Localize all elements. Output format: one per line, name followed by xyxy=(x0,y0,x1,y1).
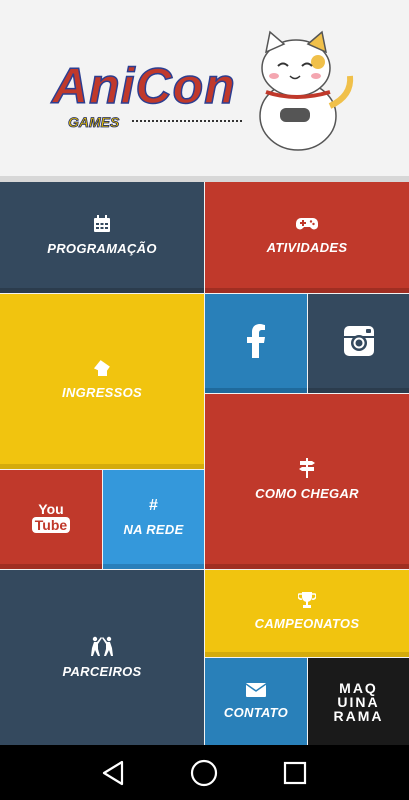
tile-programacao[interactable]: PROGRAMAÇÃO xyxy=(0,182,204,293)
hashtag-icon: # xyxy=(149,496,158,514)
tile-parceiros[interactable]: PARCEIROS xyxy=(0,570,204,745)
tile-contato[interactable]: CONTATO xyxy=(205,658,307,745)
home-button[interactable] xyxy=(174,745,234,800)
signpost-icon xyxy=(299,457,315,478)
instagram-icon xyxy=(343,326,374,356)
back-icon xyxy=(102,760,124,785)
tile-ingressos[interactable]: INGRESSOS xyxy=(0,294,204,469)
calendar-icon xyxy=(94,214,110,232)
tile-label: PROGRAMAÇÃO xyxy=(47,240,157,256)
facebook-icon xyxy=(247,324,265,358)
system-navbar xyxy=(0,745,409,800)
app-header: AniCon GAMES xyxy=(0,0,409,176)
anicon-logo: AniCon GAMES xyxy=(49,30,354,151)
trophy-icon xyxy=(298,591,316,608)
gamepad-icon xyxy=(296,217,318,229)
tile-label: COMO CHEGAR xyxy=(255,485,359,501)
tile-label: ATIVIDADES xyxy=(266,239,348,255)
recents-button[interactable] xyxy=(265,745,325,800)
tile-facebook[interactable] xyxy=(205,294,307,393)
recents-icon xyxy=(283,761,307,784)
tile-label: CAMPEONATOS xyxy=(254,615,360,631)
logo-wordmark: AniCon xyxy=(50,58,236,114)
envelope-icon xyxy=(246,683,266,697)
home-icon xyxy=(190,759,218,786)
high-five-icon xyxy=(91,636,113,656)
tile-label: INGRESSOS xyxy=(62,384,142,400)
tile-youtube[interactable]: You Tube xyxy=(0,470,102,569)
tile-como-chegar[interactable]: COMO CHEGAR xyxy=(205,394,409,569)
tile-label: CONTATO xyxy=(223,705,289,720)
youtube-icon: You Tube xyxy=(31,502,71,533)
mascot-cat-icon xyxy=(259,30,354,151)
tile-label: NA REDE xyxy=(123,521,184,537)
tile-instagram[interactable] xyxy=(308,294,409,393)
tile-maquinarama[interactable]: MAQ UINA RAMA xyxy=(308,658,409,745)
maquinarama-logo: MAQ UINA RAMA xyxy=(333,679,384,724)
logo-subtitle: GAMES xyxy=(68,114,120,130)
ticket-icon xyxy=(93,359,110,376)
tile-label: PARCEIROS xyxy=(62,664,142,679)
tile-na-rede[interactable]: # NA REDE xyxy=(103,470,204,569)
back-button[interactable] xyxy=(83,745,143,800)
tile-campeonatos[interactable]: CAMPEONATOS xyxy=(205,570,409,657)
tile-atividades[interactable]: ATIVIDADES xyxy=(205,182,409,293)
